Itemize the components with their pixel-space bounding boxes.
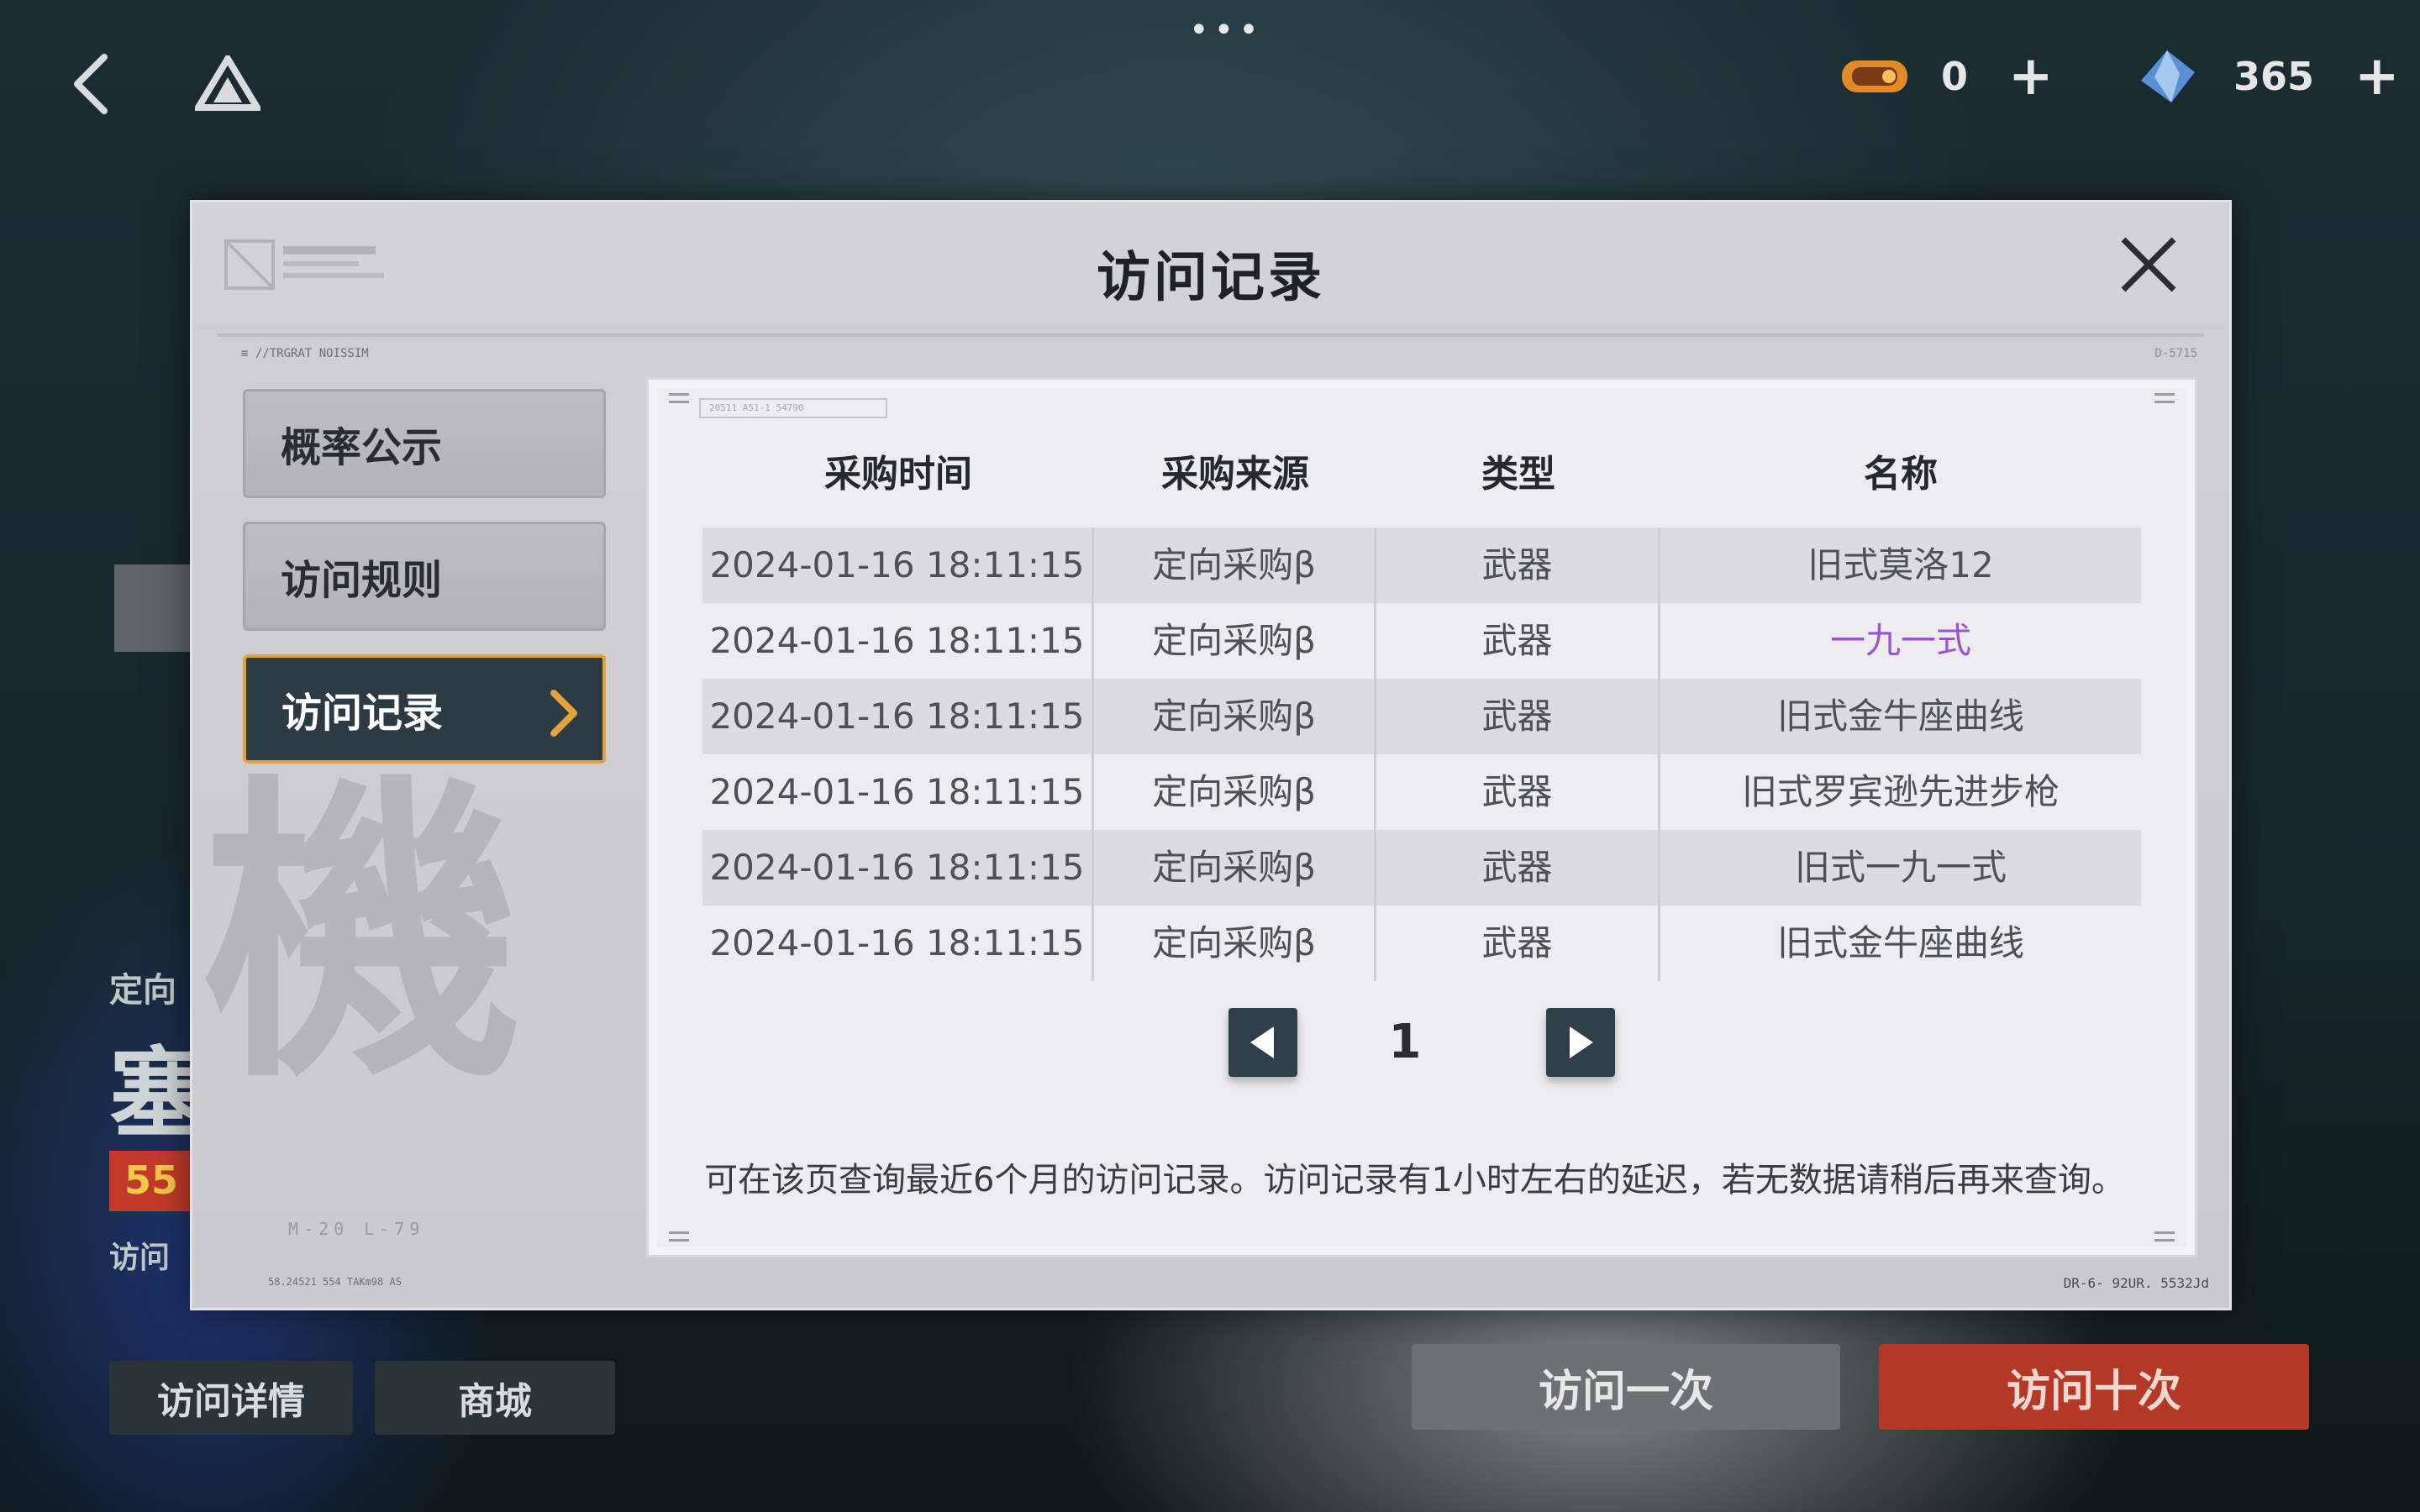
cell-source: 定向采购β: [1094, 906, 1376, 981]
records-panel: 20511 A51-1 54790 采购时间 采购来源 类型 名称 2024-0…: [646, 377, 2197, 1257]
ticket-icon: [1842, 60, 1907, 92]
cell-type: 武器: [1376, 679, 1660, 754]
corner-mark: [2154, 393, 2175, 403]
corner-mark: [669, 393, 689, 403]
column-header-type: 类型: [1481, 453, 1555, 496]
cell-name: 旧式莫洛12: [1807, 544, 1994, 585]
visit-ten-button[interactable]: 访问十次: [1879, 1344, 2309, 1430]
cell-time: 2024-01-16 18:11:15: [702, 603, 1094, 679]
pagination: 1: [649, 1008, 2195, 1079]
chevron-right-icon: [550, 690, 577, 737]
cell-name: 旧式一九一式: [1794, 847, 2007, 888]
back-arrow-icon[interactable]: [67, 50, 118, 118]
ticket-count: 0: [1941, 54, 1969, 99]
cell-type: 武器: [1376, 754, 1660, 830]
cell-name: 旧式金牛座曲线: [1776, 922, 2024, 963]
sidebar-item-rules[interactable]: 访问规则: [243, 522, 606, 631]
cell-time: 2024-01-16 18:11:15: [702, 830, 1094, 906]
sidebar-item-label: 概率公示: [281, 424, 443, 471]
resource-crystal: 365 +: [2129, 47, 2400, 106]
event-label: 定向: [109, 971, 176, 1010]
table-row: 2024-01-16 18:11:15 定向采购β 武器 旧式罗宾逊先进步枪: [702, 754, 2141, 830]
crystal-icon: [2141, 50, 2195, 102]
table-row: 2024-01-16 18:11:15 定向采购β 武器 旧式莫洛12: [702, 528, 2141, 603]
background-tab: [114, 564, 198, 652]
cell-type: 武器: [1376, 830, 1660, 906]
cell-time: 2024-01-16 18:11:15: [702, 528, 1094, 603]
event-sub-label: 访问: [109, 1241, 171, 1275]
prev-page-button[interactable]: [1228, 1008, 1297, 1077]
next-page-button[interactable]: [1546, 1008, 1615, 1077]
close-icon[interactable]: [2115, 231, 2182, 298]
crystal-count: 365: [2233, 54, 2315, 99]
table-row: 2024-01-16 18:11:15 定向采购β 武器 旧式一九一式: [702, 830, 2141, 906]
cell-time: 2024-01-16 18:11:15: [702, 679, 1094, 754]
table-row: 2024-01-16 18:11:15 定向采购β 武器 一九一式: [702, 603, 2141, 679]
more-menu-icon[interactable]: •••: [1189, 13, 1264, 47]
corner-mark: [2154, 1231, 2175, 1242]
page-number: 1: [1388, 1015, 1422, 1069]
add-ticket-button[interactable]: +: [2008, 47, 2054, 106]
visit-once-button[interactable]: 访问一次: [1412, 1344, 1840, 1430]
footer-code-right: DR-6- 92UR. 5532Jd: [2063, 1275, 2209, 1291]
sidebar-item-label: 访问规则: [281, 557, 443, 604]
cell-source: 定向采购β: [1094, 603, 1376, 679]
corner-mark: [669, 1231, 689, 1242]
modal-title: 访问记录: [1097, 247, 1325, 309]
header-divider: [218, 333, 2204, 337]
cell-source: 定向采购β: [1094, 528, 1376, 603]
sidebar-item-label: 访问记录: [281, 690, 444, 737]
table-row: 2024-01-16 18:11:15 定向采购β 武器 旧式金牛座曲线: [702, 679, 2141, 754]
visit-detail-button[interactable]: 访问详情: [109, 1361, 353, 1435]
column-header-time: 采购时间: [824, 453, 972, 496]
records-note: 可在该页查询最近6个月的访问记录。访问记录有1小时左右的延迟，若无数据请稍后再来…: [704, 1161, 2125, 1200]
decorative-code: M-20 L-79: [288, 1219, 425, 1239]
cell-name: 旧式罗宾逊先进步枪: [1741, 771, 2060, 812]
cell-source: 定向采购β: [1094, 830, 1376, 906]
serial-code: D-5715: [2154, 347, 2197, 360]
add-crystal-button[interactable]: +: [2354, 47, 2400, 106]
cell-type: 武器: [1376, 528, 1660, 603]
resource-ticket: 0 +: [1837, 47, 2054, 106]
cell-source: 定向采购β: [1094, 679, 1376, 754]
app-logo-icon[interactable]: [195, 55, 260, 111]
cell-type: 武器: [1376, 603, 1660, 679]
decorative-kanji: 機: [203, 774, 522, 1121]
cell-name: 旧式金牛座曲线: [1776, 696, 2024, 737]
cell-source: 定向采购β: [1094, 754, 1376, 830]
cell-type: 武器: [1376, 906, 1660, 981]
mission-code: ≡ //TRGRAT NOISSIM: [241, 347, 369, 360]
cell-name: 一九一式: [1829, 620, 1971, 661]
visit-record-modal: 访问记录 ≡ //TRGRAT NOISSIM D-5715 機 M-20 L-…: [190, 200, 2232, 1310]
column-header-name: 名称: [1864, 453, 1938, 496]
column-header-source: 采购来源: [1161, 453, 1309, 496]
records-table: 采购时间 采购来源 类型 名称 2024-01-16 18:11:15 定向采购β…: [702, 413, 2141, 981]
footer-code-left: 58.24521 554 TAKm98 AS: [268, 1276, 402, 1288]
table-header: 采购时间 采购来源 类型 名称: [702, 413, 2141, 528]
cell-time: 2024-01-16 18:11:15: [702, 754, 1094, 830]
table-row: 2024-01-16 18:11:15 定向采购β 武器 旧式金牛座曲线: [702, 906, 2141, 981]
sidebar-item-records[interactable]: 访问记录: [243, 654, 606, 764]
cell-time: 2024-01-16 18:11:15: [702, 906, 1094, 981]
shop-button[interactable]: 商城: [375, 1361, 615, 1435]
table-body: 2024-01-16 18:11:15 定向采购β 武器 旧式莫洛12 2024-01-…: [702, 528, 2141, 981]
sidebar-item-probability[interactable]: 概率公示: [243, 389, 606, 498]
